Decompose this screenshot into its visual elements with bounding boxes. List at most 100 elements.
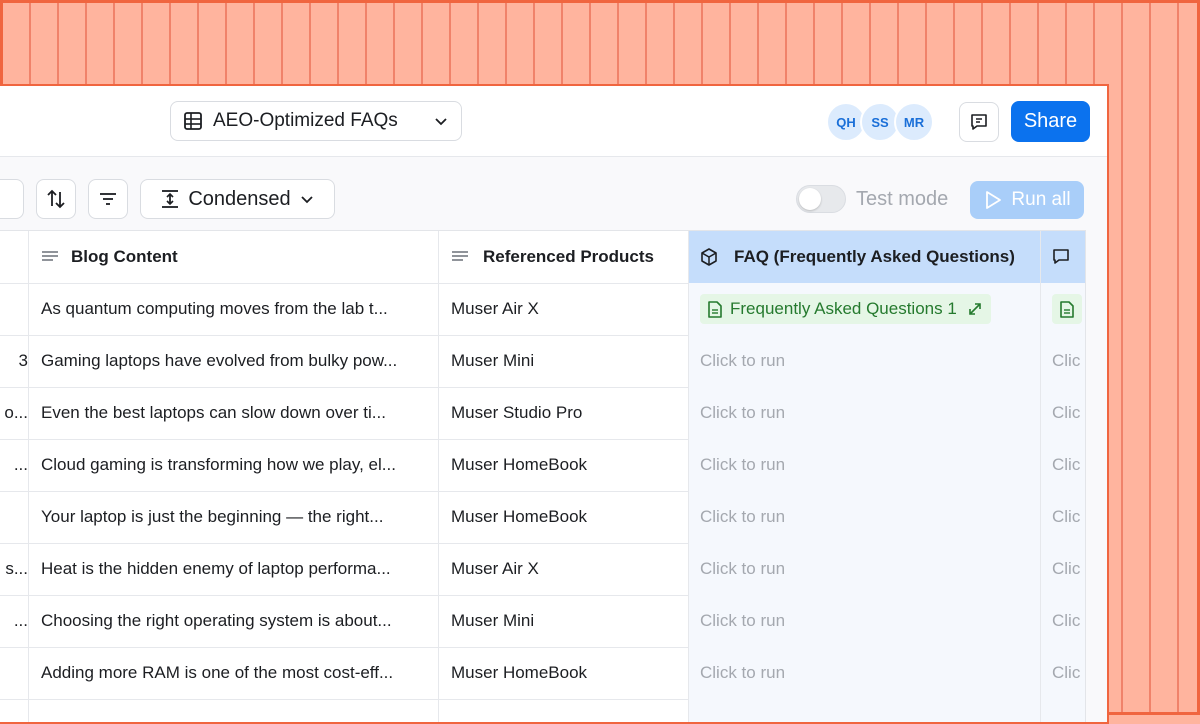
table-cell-product[interactable]: Muser HomeBook [439,439,689,491]
table-row[interactable] [0,699,1085,722]
table-cell-next[interactable]: Clic [1041,387,1085,439]
next-result-badge[interactable] [1052,294,1082,324]
table-cell-product[interactable]: Muser HomeBook [439,647,689,699]
table-cell-blog[interactable]: Your laptop is just the beginning — the … [29,491,439,543]
expand-icon[interactable] [967,301,983,317]
column-header-label: Referenced Products [483,247,654,266]
faq-result-badge[interactable]: Frequently Asked Questions 1 [700,294,991,324]
test-mode-control: Test mode [796,185,948,213]
table-cell-product[interactable]: Muser Mini [439,335,689,387]
table-cell-blog[interactable]: Heat is the hidden enemy of laptop perfo… [29,543,439,595]
table-cell-faq[interactable]: Click to run [689,595,1041,647]
table-cell-blog[interactable] [29,699,439,722]
table-cell-next[interactable]: Clic [1041,335,1085,387]
top-bar: AEO-Optimized FAQs QH SS MR Share [0,86,1107,157]
table-cell-next[interactable] [1041,699,1085,722]
column-header-label: FAQ (Frequently Asked Questions) [734,247,1015,266]
table-cell-blog[interactable]: Gaming laptops have evolved from bulky p… [29,335,439,387]
column-header-faq[interactable]: FAQ (Frequently Asked Questions) [689,231,1041,283]
document-icon [708,300,722,318]
table-cell-next[interactable]: Clic [1041,543,1085,595]
table-cell-cut [0,699,29,722]
data-table: Blog Content Referenced Products FAQ (Fr… [0,230,1086,722]
cube-icon [700,248,718,266]
table-cell-next[interactable]: Clic [1041,491,1085,543]
table-cell-faq[interactable] [689,699,1041,722]
chevron-down-icon [299,191,315,207]
table-icon [183,111,203,131]
run-all-label: Run all [1011,189,1071,210]
table-cell-blog[interactable]: Adding more RAM is one of the most cost-… [29,647,439,699]
density-label: Condensed [188,187,291,210]
column-header-cut[interactable] [0,231,29,283]
table-row[interactable]: 3 Gaming laptops have evolved from bulky… [0,335,1085,388]
table-header-row: Blog Content Referenced Products FAQ (Fr… [0,231,1085,284]
table-row[interactable]: s... Heat is the hidden enemy of laptop … [0,543,1085,596]
table-cell-faq[interactable]: Click to run [689,387,1041,439]
comments-button[interactable] [959,102,999,142]
filter-icon [98,189,118,209]
search-input[interactable] [0,179,24,219]
table-cell-blog[interactable]: As quantum computing moves from the lab … [29,283,439,335]
table-cell-cut: ... [0,439,29,491]
table-cell-blog[interactable]: Even the best laptops can slow down over… [29,387,439,439]
filter-button[interactable] [88,179,128,219]
table-cell-product[interactable]: Muser Mini [439,595,689,647]
table-cell-faq[interactable]: Click to run [689,543,1041,595]
table-cell-cut: s... [0,543,29,595]
faq-result-label: Frequently Asked Questions 1 [730,299,957,318]
view-name: AEO-Optimized FAQs [213,110,398,131]
document-icon [1060,300,1074,318]
sort-button[interactable] [36,179,76,219]
run-all-button[interactable]: Run all [970,181,1084,219]
table-cell-next[interactable] [1041,283,1085,335]
test-mode-label: Test mode [856,187,949,210]
toggle-knob [799,188,821,210]
sort-icon [45,188,67,210]
share-button[interactable]: Share [1011,101,1090,142]
table-row[interactable]: ... Choosing the right operating system … [0,595,1085,648]
table-cell-cut [0,647,29,699]
table-cell-faq[interactable]: Frequently Asked Questions 1 [689,283,1041,335]
app-window: AEO-Optimized FAQs QH SS MR Share Conden… [0,84,1109,724]
table-cell-faq[interactable]: Click to run [689,647,1041,699]
table-cell-cut: 3 [0,335,29,387]
table-cell-product[interactable]: Muser Air X [439,283,689,335]
toolbar: Condensed Test mode Run all [0,156,1107,231]
comment-icon [1052,248,1070,266]
comment-icon [969,112,989,132]
table-row[interactable]: ... Cloud gaming is transforming how we … [0,439,1085,492]
table-cell-blog[interactable]: Cloud gaming is transforming how we play… [29,439,439,491]
row-height-icon [160,189,180,209]
table-cell-faq[interactable]: Click to run [689,491,1041,543]
column-header-label: Blog Content [71,247,178,266]
table-cell-faq[interactable]: Click to run [689,335,1041,387]
table-row[interactable]: o... Even the best laptops can slow down… [0,387,1085,440]
column-header-next[interactable] [1041,231,1085,283]
table-cell-product[interactable]: Muser Studio Pro [439,387,689,439]
test-mode-toggle[interactable] [796,185,846,213]
avatar[interactable]: MR [894,102,934,142]
table-cell-next[interactable]: Clic [1041,647,1085,699]
table-cell-cut [0,491,29,543]
table-cell-next[interactable]: Clic [1041,439,1085,491]
row-density-dropdown[interactable]: Condensed [140,179,335,219]
table-cell-product[interactable] [439,699,689,722]
column-header-referenced-products[interactable]: Referenced Products [439,231,689,283]
table-row[interactable]: Adding more RAM is one of the most cost-… [0,647,1085,700]
table-cell-product[interactable]: Muser HomeBook [439,491,689,543]
view-selector[interactable]: AEO-Optimized FAQs [170,101,462,141]
table-cell-cut: ... [0,595,29,647]
table-row[interactable]: Your laptop is just the beginning — the … [0,491,1085,544]
table-cell-cut [0,283,29,335]
table-cell-blog[interactable]: Choosing the right operating system is a… [29,595,439,647]
column-header-blog-content[interactable]: Blog Content [29,231,439,283]
table-cell-product[interactable]: Muser Air X [439,543,689,595]
table-cell-next[interactable]: Clic [1041,595,1085,647]
table-cell-cut: o... [0,387,29,439]
table-row[interactable]: As quantum computing moves from the lab … [0,283,1085,336]
text-field-icon [451,250,469,264]
table-cell-faq[interactable]: Click to run [689,439,1041,491]
chevron-down-icon [433,113,449,129]
text-field-icon [41,250,59,264]
